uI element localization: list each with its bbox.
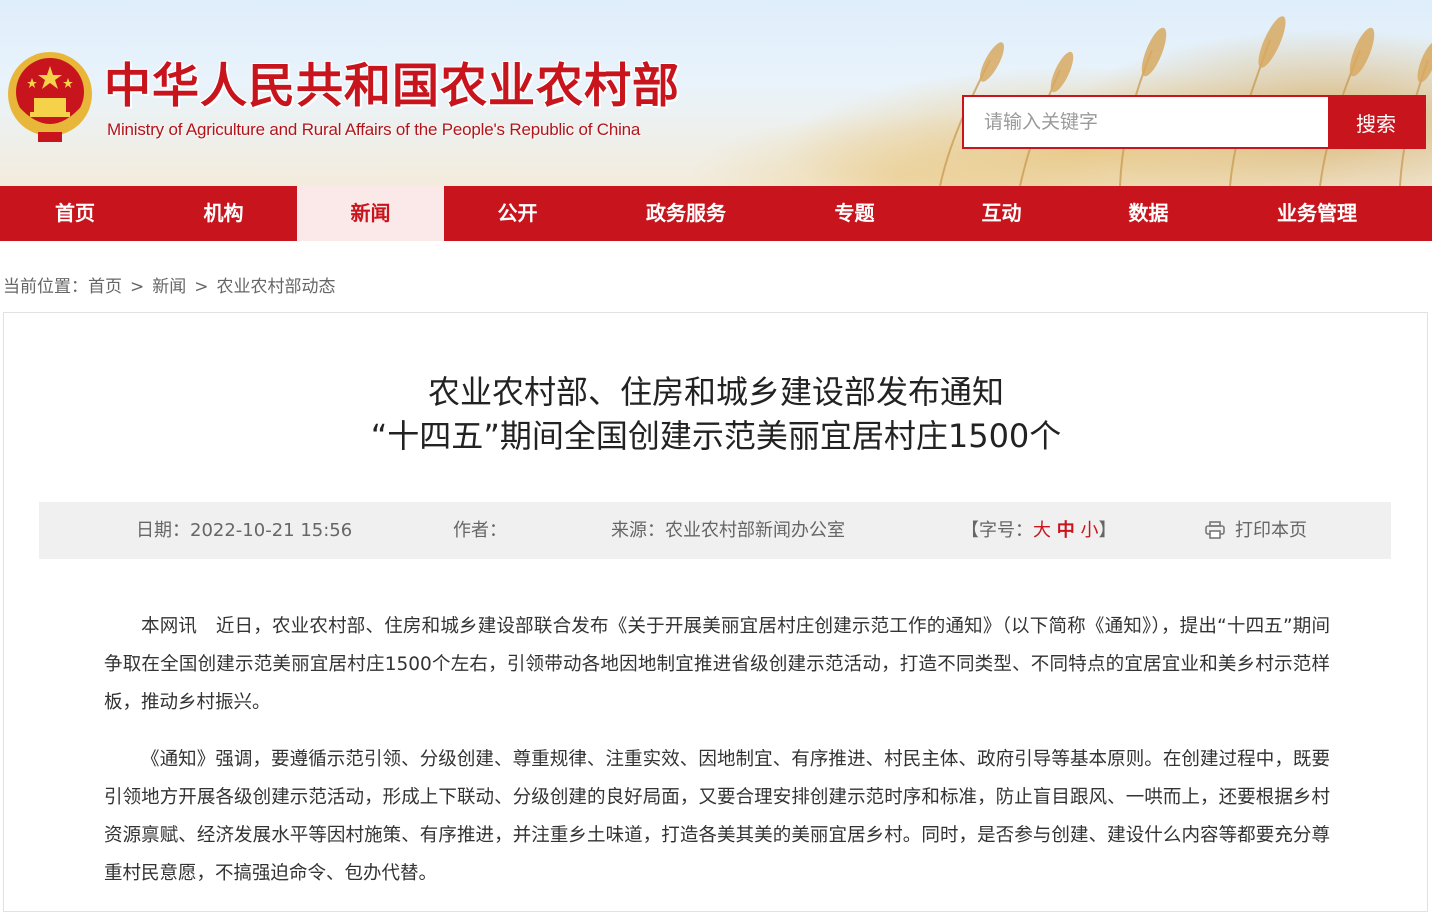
breadcrumb-separator: > [130,277,145,297]
font-size-label: 【字号： [961,520,1033,541]
font-size-medium[interactable]: 中 [1057,520,1075,541]
breadcrumb-separator: > [194,277,209,297]
font-size-small[interactable]: 小 [1080,520,1098,541]
date-label: 日期： [136,520,190,541]
search-input[interactable] [964,97,1328,147]
site-title-english: Ministry of Agriculture and Rural Affair… [107,120,641,139]
breadcrumb-link-home[interactable]: 首页 [88,277,122,297]
article-author: 作者： [453,502,507,559]
font-size-large[interactable]: 大 [1033,520,1051,541]
printer-icon [1205,521,1225,539]
breadcrumb-prefix: 当前位置： [3,277,88,297]
article-source: 来源：农业农村部新闻办公室 [611,502,845,559]
article-title: 农业农村部、住房和城乡建设部发布通知 “十四五”期间全国创建示范美丽宜居村庄15… [0,370,1432,458]
nav-item-topics[interactable]: 专题 [781,186,928,241]
search-box: 搜索 [962,95,1426,149]
print-button[interactable]: 打印本页 [1205,502,1307,559]
nav-item-data[interactable]: 数据 [1075,186,1222,241]
article-meta-bar: 日期：2022-10-21 15:56 作者： 来源：农业农村部新闻办公室 【字… [39,502,1391,559]
nav-item-business-management[interactable]: 业务管理 [1222,186,1412,241]
site-title-chinese: 中华人民共和国农业农村部 [104,59,680,114]
nav-item-government-services[interactable]: 政务服务 [591,186,781,241]
nav-item-news[interactable]: 新闻 [297,186,444,241]
date-value: 2022-10-21 15:56 [190,520,353,541]
breadcrumb-link-news[interactable]: 新闻 [152,277,186,297]
wheat-field-decoration [939,16,1432,186]
author-label: 作者： [453,520,507,541]
article-title-line2: “十四五”期间全国创建示范美丽宜居村庄1500个 [370,417,1062,455]
nav-item-home[interactable]: 首页 [0,186,150,241]
header-banner: 中华人民共和国农业农村部 Ministry of Agriculture and… [0,0,1432,186]
nav-item-public[interactable]: 公开 [444,186,591,241]
article-paragraph: 本网讯 近日，农业农村部、住房和城乡建设部联合发布《关于开展美丽宜居村庄创建示范… [104,616,1330,713]
font-size-control: 【字号：大 中 小】 [961,502,1116,559]
nav-item-interaction[interactable]: 互动 [928,186,1075,241]
font-size-end: 】 [1098,520,1117,541]
article-paragraph: 《通知》强调，要遵循示范引领、分级创建、尊重规律、注重实效、因地制宜、有序推进、… [104,749,1330,884]
breadcrumb: 当前位置：首页 > 新闻 > 农业农村部动态 [3,272,336,297]
source-value: 农业农村部新闻办公室 [665,520,845,541]
nav-item-organization[interactable]: 机构 [150,186,297,241]
search-button[interactable]: 搜索 [1328,97,1424,147]
article-date: 日期：2022-10-21 15:56 [136,502,352,559]
national-emblem-logo [8,52,92,142]
article-title-line1: 农业农村部、住房和城乡建设部发布通知 [427,373,1004,411]
breadcrumb-link-ministry-news[interactable]: 农业农村部动态 [217,277,336,297]
print-label: 打印本页 [1235,520,1307,541]
main-nav: 首页 机构 新闻 公开 政务服务 专题 互动 数据 业务管理 [0,186,1432,241]
source-label: 来源： [611,520,665,541]
